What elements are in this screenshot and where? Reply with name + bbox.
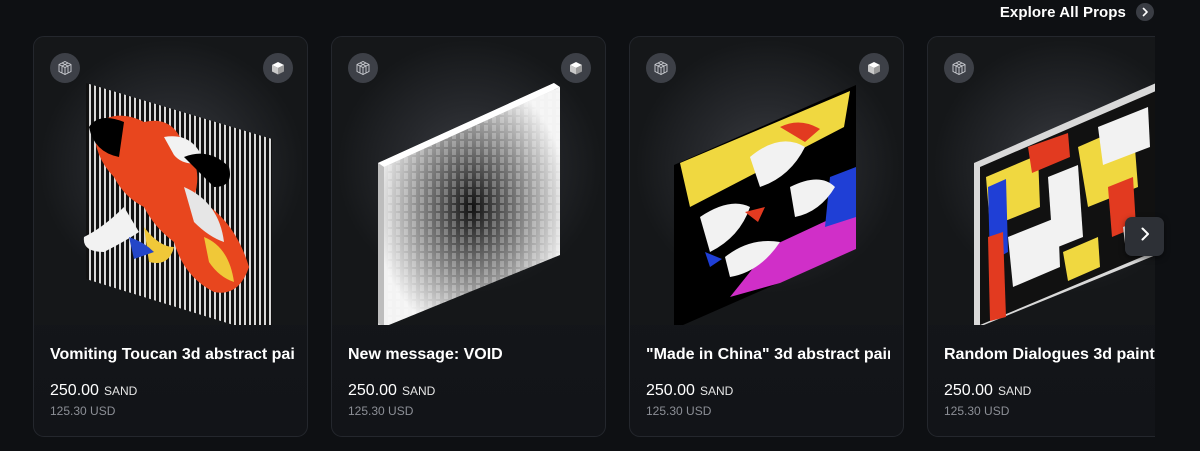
chevron-right-icon: [1136, 3, 1154, 21]
price-value: 250.00: [348, 382, 397, 399]
prop-thumbnail: [928, 37, 1155, 325]
price-usd: 125.30 USD: [646, 404, 712, 418]
prop-thumbnail: [34, 37, 307, 325]
carousel-next-button[interactable]: [1125, 217, 1164, 256]
price-value: 250.00: [944, 382, 993, 399]
made-in-china-painting-image: [674, 85, 856, 325]
prop-price: 250.00 SAND: [348, 382, 435, 400]
prop-card[interactable]: New message: VOID 250.00 SAND 125.30 USD: [331, 36, 606, 437]
explore-all-props-label: Explore All Props: [999, 3, 1126, 21]
toucan-painting-image: [83, 83, 272, 325]
explore-all-props-link[interactable]: Explore All Props: [1000, 3, 1154, 21]
voxel-cube-icon: [646, 53, 676, 83]
prop-title: Random Dialogues 3d painting: [944, 346, 1155, 363]
price-currency: SAND: [699, 384, 734, 398]
prop-card[interactable]: Vomiting Toucan 3d abstract painting 250…: [33, 36, 308, 437]
prop-title: Vomiting Toucan 3d abstract painting: [50, 346, 294, 363]
solid-cube-icon: [263, 53, 293, 83]
voxel-cube-icon: [944, 53, 974, 83]
solid-cube-icon: [561, 53, 591, 83]
prop-thumbnail: [630, 37, 903, 325]
price-value: 250.00: [646, 382, 695, 399]
prop-card[interactable]: "Made in China" 3d abstract painting 250…: [629, 36, 904, 437]
prop-title: New message: VOID: [348, 346, 503, 363]
prop-price: 250.00 SAND: [646, 382, 733, 400]
voxel-cube-icon: [50, 53, 80, 83]
price-usd: 125.30 USD: [50, 404, 116, 418]
prop-price: 250.00 SAND: [944, 382, 1031, 400]
prop-card[interactable]: Random Dialogues 3d painting 250.00 SAND…: [927, 36, 1155, 437]
prop-price: 250.00 SAND: [50, 382, 137, 400]
prop-title: "Made in China" 3d abstract painting: [646, 346, 890, 363]
props-carousel: Vomiting Toucan 3d abstract painting 250…: [33, 36, 1155, 438]
price-usd: 125.30 USD: [944, 404, 1010, 418]
price-currency: SAND: [103, 384, 138, 398]
solid-cube-icon: [859, 53, 889, 83]
voxel-cube-icon: [348, 53, 378, 83]
props-section: Explore All Props Vomiting Toucan 3d abs…: [0, 0, 1200, 451]
price-usd: 125.30 USD: [348, 404, 414, 418]
chevron-right-icon: [1137, 226, 1153, 247]
price-currency: SAND: [401, 384, 436, 398]
void-painting-image: [378, 83, 560, 325]
prop-thumbnail: [332, 37, 605, 325]
price-value: 250.00: [50, 382, 99, 399]
price-currency: SAND: [997, 384, 1032, 398]
